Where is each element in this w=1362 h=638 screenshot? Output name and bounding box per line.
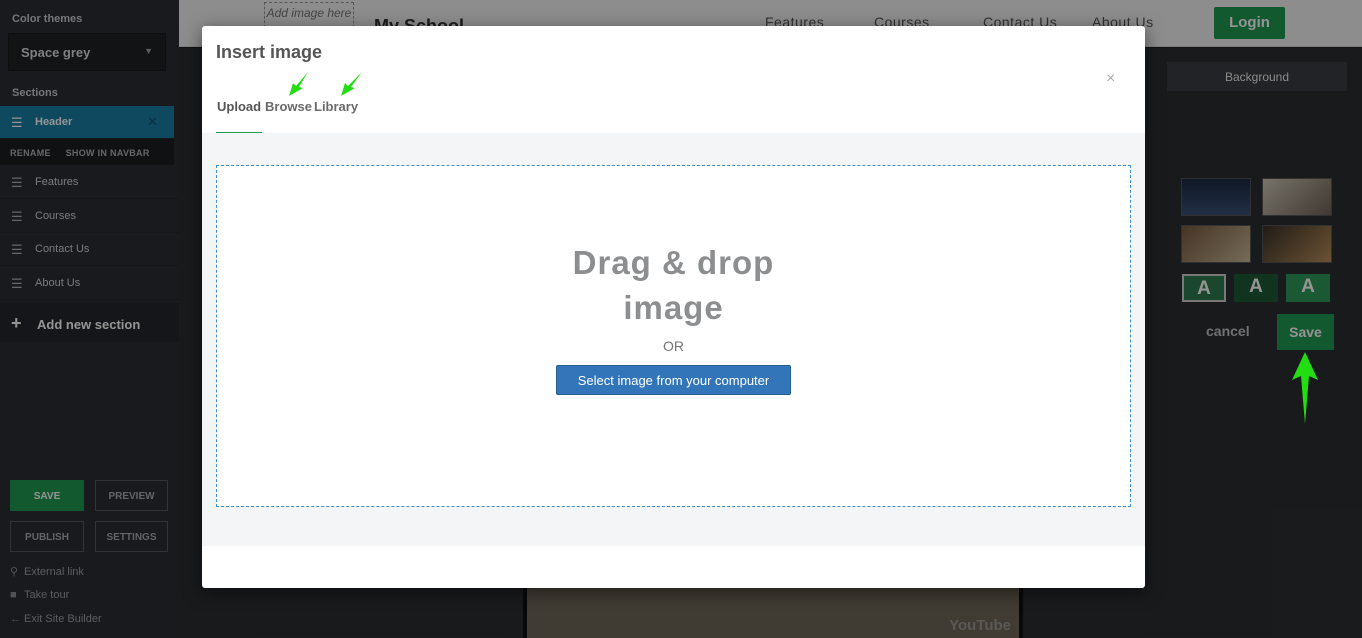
select-image-button[interactable]: Select image from your computer	[556, 365, 791, 395]
dialog-title: Insert image	[216, 42, 323, 62]
annotation-arrow-icon	[1292, 352, 1318, 424]
dropzone-heading: Drag & drop image	[217, 240, 1130, 330]
close-icon[interactable]: ×	[1106, 70, 1115, 88]
image-dropzone[interactable]: Drag & drop image OR Select image from y…	[216, 165, 1131, 507]
or-separator: OR	[663, 338, 684, 354]
dialog-body: Drag & drop image OR Select image from y…	[202, 133, 1145, 546]
tab-upload[interactable]: Upload	[217, 99, 261, 114]
dropzone-line-2: image	[623, 289, 724, 326]
dropzone-line-1: Drag & drop	[572, 244, 775, 281]
tab-browse[interactable]: Browse	[265, 99, 312, 114]
insert-image-dialog: Insert image × Upload Browse Library Dra…	[202, 26, 1145, 588]
annotation-arrow-icon	[341, 72, 362, 96]
annotation-arrow-icon	[289, 72, 308, 96]
tab-library[interactable]: Library	[314, 99, 358, 114]
